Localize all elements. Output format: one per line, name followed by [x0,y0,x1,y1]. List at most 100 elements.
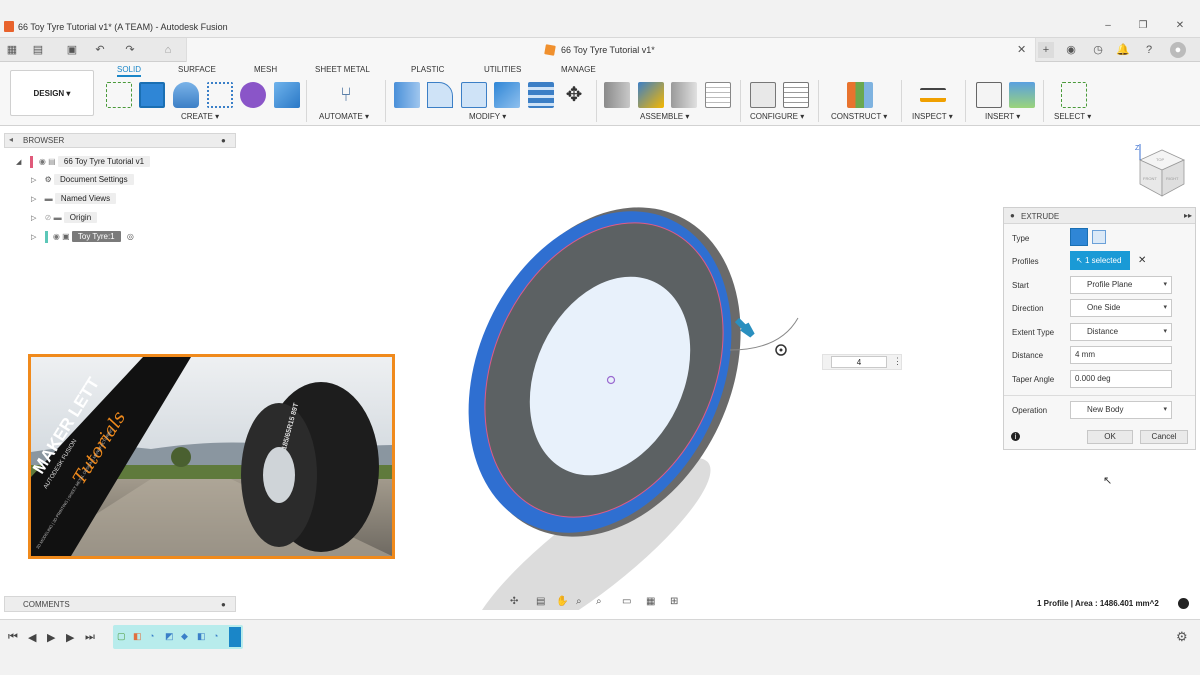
collapse-browser-icon[interactable]: ◂ [9,135,13,144]
ok-button[interactable]: OK [1087,430,1133,444]
step-back-icon[interactable]: ◀ [28,631,36,644]
user-avatar[interactable]: ● [1170,42,1186,58]
extent-type-dropdown[interactable]: Distance ▾ [1070,323,1172,341]
orbit-icon[interactable]: ✣ [510,596,518,607]
extrude-dialog-header[interactable]: ● EXTRUDE ▸▸ [1004,208,1195,224]
create-sketch-icon[interactable] [106,82,132,108]
sweep-icon[interactable] [207,82,233,108]
tab-mesh[interactable]: MESH [254,65,277,74]
timeline-feature-strip[interactable]: ▢ ◧ ◔ ◩ ◆ ◧ ◔ [113,625,243,649]
configuration-table-icon[interactable] [783,82,809,108]
more-options-icon[interactable]: ⋮ [893,356,902,367]
construct-menu[interactable]: CONSTRUCT ▾ [831,112,887,121]
timeline-feature-icon[interactable]: ◆ [181,631,188,642]
look-at-icon[interactable]: ▤ [536,596,545,607]
measure-icon[interactable] [920,88,946,102]
job-status-icon[interactable]: ◷ [1090,42,1106,58]
browser-root-item[interactable]: ◢ ◉ ▤ 66 Toy Tyre Tutorial v1 [16,156,151,170]
undo-icon[interactable]: ↶ [92,42,108,58]
info-icon[interactable]: i [1011,432,1020,441]
browser-item-document-settings[interactable]: ▷ ⚙ Document Settings [31,174,134,189]
viewport-distance-input[interactable]: 4 [831,356,887,368]
zoom-icon[interactable]: ⌕ [576,596,582,607]
insert-canvas-icon[interactable] [1009,82,1035,108]
joint-icon[interactable] [638,82,664,108]
go-to-start-icon[interactable]: ⏮ [8,631,18,644]
close-window-button[interactable]: ✕ [1170,20,1190,34]
collapsed-triangle-icon[interactable]: ▷ [31,177,36,184]
apps-grid-icon[interactable]: ▦ [4,42,20,58]
combine-icon[interactable] [528,82,554,108]
step-forward-icon[interactable]: ▶ [66,631,74,644]
timeline-feature-icon[interactable]: ◧ [133,631,142,642]
tab-manage[interactable]: MANAGE [561,65,596,74]
activate-component-icon[interactable]: ◎ [127,232,134,241]
pan-icon[interactable]: ✋ [556,596,568,607]
expanded-triangle-icon[interactable]: ◢ [16,159,21,166]
configure-menu[interactable]: CONFIGURE ▾ [750,112,804,121]
tab-plastic[interactable]: PLASTIC [411,65,444,74]
file-menu-icon[interactable]: ▤ [30,42,46,58]
save-icon[interactable]: ▣ [64,42,80,58]
form-icon[interactable] [240,82,266,108]
notifications-icon[interactable]: 🔔 [1115,42,1131,58]
timeline-settings-gear-icon[interactable]: ⚙ [1176,629,1188,645]
visibility-eye-icon[interactable]: ◉ [39,157,46,166]
viewcube[interactable]: Z TOP FRONT RIGHT [1128,142,1194,202]
go-to-end-icon[interactable]: ⏭ [85,631,95,644]
create-menu[interactable]: CREATE ▾ [181,112,219,121]
browser-item-named-views[interactable]: ▷ ▬ Named Views [31,193,117,208]
as-built-joint-icon[interactable] [671,82,697,108]
select-icon[interactable] [1061,82,1087,108]
extrude-collapse-icon[interactable]: ● [1010,211,1015,220]
comments-pin-icon[interactable]: ● [221,600,226,609]
fillet-icon[interactable] [427,82,453,108]
inspect-menu[interactable]: INSPECT ▾ [912,112,953,121]
redo-icon[interactable]: ↷ [122,42,138,58]
profiles-selection-button[interactable]: ↖ 1 selected [1070,251,1130,270]
home-icon[interactable]: ⌂ [160,42,176,58]
start-dropdown[interactable]: Profile Plane ▾ [1070,276,1172,294]
revolve-icon[interactable] [173,82,199,108]
browser-item-toy-tyre[interactable]: ▷ ◉ ▣ Toy Tyre:1 ◎ [31,231,134,245]
automate-icon[interactable]: ⑂ [333,82,359,108]
display-settings-icon[interactable]: ▭ [622,596,631,607]
hidden-eye-icon[interactable]: ⊘ [45,213,52,222]
status-circle-icon[interactable] [1178,598,1189,609]
automate-menu[interactable]: AUTOMATE ▾ [319,112,369,121]
minimize-button[interactable]: – [1098,20,1118,34]
fit-icon[interactable]: ⌕ [596,596,602,607]
configure-icon[interactable] [750,82,776,108]
tab-sheet-metal[interactable]: SHEET METAL [315,65,370,74]
insert-derive-icon[interactable] [976,82,1002,108]
type-thin-icon[interactable] [1092,230,1106,244]
chamfer-icon[interactable] [461,82,487,108]
offset-plane-icon[interactable] [847,82,873,108]
tab-utilities[interactable]: UTILITIES [484,65,521,74]
operation-dropdown[interactable]: New Body ▾ [1070,401,1172,419]
collapsed-triangle-icon[interactable]: ▷ [31,234,36,241]
extensions-icon[interactable]: ◉ [1063,42,1079,58]
direction-dropdown[interactable]: One Side ▾ [1070,299,1172,317]
visibility-eye-icon[interactable]: ◉ [53,232,60,241]
browser-panel-header[interactable]: ◂ BROWSER ● [4,133,236,148]
timeline-feature-icon[interactable]: ◔ [149,631,154,641]
close-tab-icon[interactable]: ✕ [1017,43,1026,56]
taper-angle-input[interactable]: 0.000 deg [1070,370,1172,388]
modify-menu[interactable]: MODIFY ▾ [469,112,506,121]
timeline-sketch-icon[interactable]: ▢ [117,631,126,642]
maximize-button[interactable]: ❐ [1133,20,1153,34]
document-tab[interactable]: 66 Toy Tyre Tutorial v1* ✕ [186,38,1036,62]
timeline-marker[interactable] [229,627,241,647]
select-menu[interactable]: SELECT ▾ [1054,112,1091,121]
viewports-icon[interactable]: ⊞ [670,596,678,607]
clear-selection-icon[interactable]: ✕ [1138,255,1146,266]
joint-origin-icon[interactable] [705,82,731,108]
play-icon[interactable]: ▶ [47,631,55,644]
browser-pin-icon[interactable]: ● [221,136,226,145]
workspace-switcher[interactable]: DESIGN ▾ [10,70,94,116]
tab-solid[interactable]: SOLID [117,65,142,77]
expand-dialog-icon[interactable]: ▸▸ [1184,211,1192,220]
new-component-icon[interactable] [604,82,630,108]
move-copy-icon[interactable]: ✥ [561,82,587,108]
